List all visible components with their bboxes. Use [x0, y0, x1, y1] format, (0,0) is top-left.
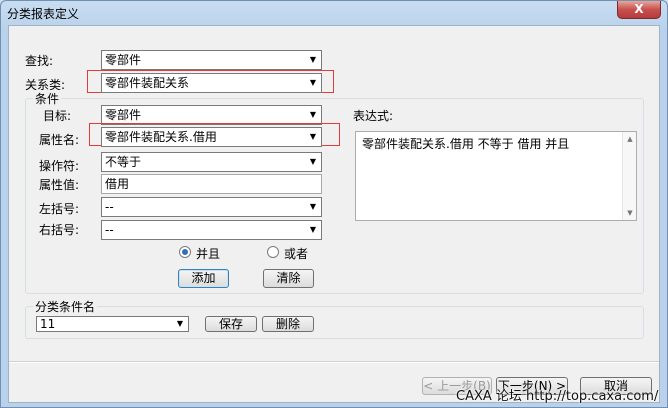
title-bar[interactable]: 分类报表定义 X — [1, 1, 667, 25]
scroll-up-icon[interactable]: ▲ — [623, 132, 637, 146]
chevron-down-icon[interactable]: ▼ — [305, 128, 321, 146]
chevron-down-icon[interactable]: ▼ — [172, 317, 188, 331]
radio-and[interactable] — [179, 246, 191, 258]
chevron-down-icon[interactable]: ▼ — [305, 153, 321, 171]
left-bracket-combo[interactable]: -- ▼ — [101, 197, 322, 217]
expression-text: 零部件装配关系.借用 不等于 借用 并且 — [362, 137, 570, 151]
find-combo[interactable]: 零部件 ▼ — [101, 50, 322, 70]
category-group-title: 分类条件名 — [33, 298, 98, 315]
chevron-down-icon[interactable]: ▼ — [305, 74, 321, 92]
radio-or-label: 或者 — [284, 247, 309, 261]
operator-combo[interactable]: 不等于 ▼ — [101, 152, 322, 172]
attr-combo[interactable]: 零部件装配关系.借用 ▼ — [101, 127, 322, 147]
target-label: 目标: — [43, 109, 72, 123]
attr-combo-value: 零部件装配关系.借用 — [105, 130, 217, 144]
close-button[interactable]: X — [617, 1, 661, 19]
chevron-down-icon[interactable]: ▼ — [305, 221, 321, 239]
find-combo-value: 零部件 — [105, 53, 142, 67]
footer-separator — [9, 361, 659, 363]
condition-group-title: 条件 — [33, 90, 62, 107]
target-combo[interactable]: 零部件 ▼ — [101, 105, 322, 125]
window-title: 分类报表定义 — [7, 7, 80, 21]
expression-scrollbar[interactable]: ▲ ▼ — [622, 132, 636, 220]
category-name-value: 11 — [40, 317, 56, 331]
find-label: 查找: — [25, 54, 54, 68]
operator-label: 操作符: — [39, 159, 80, 173]
attr-value-input[interactable]: 借用 — [101, 174, 322, 194]
radio-or[interactable] — [267, 246, 279, 258]
category-name-combo[interactable]: 11 ▼ — [36, 316, 189, 332]
scroll-down-icon[interactable]: ▼ — [623, 206, 637, 220]
attr-label: 属性名: — [39, 133, 80, 147]
forum-watermark: CAXA 论坛 http://top.caxa.com/ — [456, 389, 659, 404]
add-button[interactable]: 添加 — [178, 269, 229, 288]
right-bracket-combo[interactable]: -- ▼ — [101, 220, 322, 240]
dialog-window: 分类报表定义 X 查找: 零部件 ▼ 关系类: 零部件装配关系 ▼ 条件 目标:… — [0, 0, 668, 408]
chevron-down-icon[interactable]: ▼ — [305, 198, 321, 216]
dialog-client: 查找: 零部件 ▼ 关系类: 零部件装配关系 ▼ 条件 目标: 零部件 ▼ 属性… — [8, 25, 660, 403]
expression-textarea[interactable]: 零部件装配关系.借用 不等于 借用 并且 ▲ ▼ — [355, 131, 637, 221]
save-button[interactable]: 保存 — [205, 316, 257, 332]
chevron-down-icon[interactable]: ▼ — [305, 51, 321, 69]
attr-value-label: 属性值: — [39, 178, 80, 192]
clear-button[interactable]: 清除 — [263, 269, 314, 288]
operator-combo-value: 不等于 — [105, 155, 142, 169]
right-bracket-label: 右括号: — [39, 223, 80, 237]
target-combo-value: 零部件 — [105, 108, 142, 122]
attr-value-text: 借用 — [105, 177, 130, 191]
close-icon: X — [634, 2, 644, 16]
right-bracket-value: -- — [105, 223, 114, 237]
left-bracket-value: -- — [105, 200, 114, 214]
relation-combo[interactable]: 零部件装配关系 ▼ — [101, 73, 322, 93]
radio-and-label: 并且 — [196, 247, 221, 261]
radio-selected-dot — [182, 249, 188, 255]
delete-button[interactable]: 删除 — [262, 316, 314, 332]
left-bracket-label: 左括号: — [39, 202, 80, 216]
expression-label: 表达式: — [353, 109, 394, 123]
relation-combo-value: 零部件装配关系 — [105, 76, 190, 90]
chevron-down-icon[interactable]: ▼ — [305, 106, 321, 124]
